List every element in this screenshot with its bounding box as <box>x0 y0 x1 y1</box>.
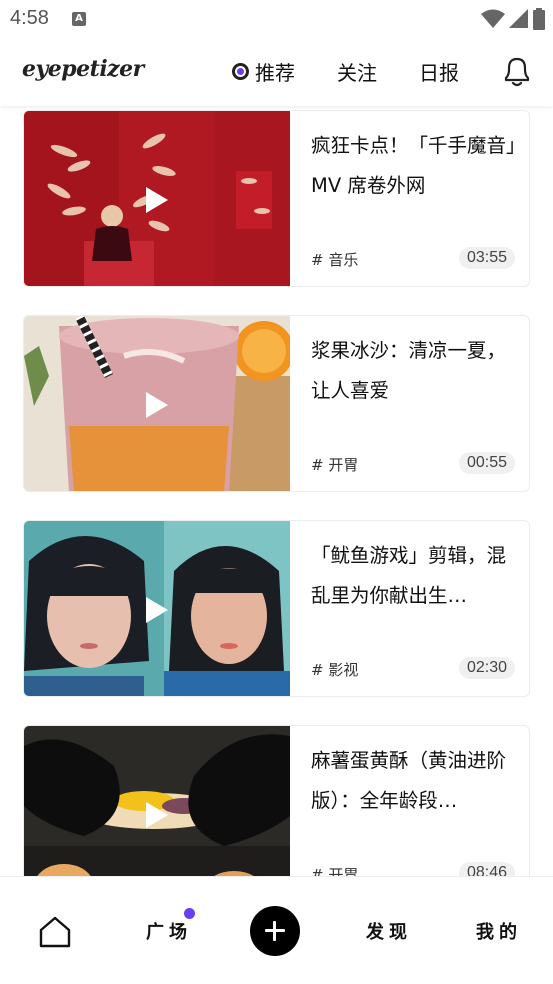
status-time: 4:58 <box>10 7 49 29</box>
nav-discover[interactable]: 发现 <box>366 918 412 944</box>
video-duration: 03:55 <box>458 247 515 269</box>
video-thumbnail[interactable] <box>24 726 290 876</box>
video-duration: 00:55 <box>458 452 515 474</box>
video-thumbnail[interactable] <box>24 111 290 286</box>
play-icon[interactable] <box>146 597 168 623</box>
play-icon[interactable] <box>146 187 168 213</box>
tab-recommend-label: 推荐 <box>255 61 295 85</box>
video-title[interactable]: 麻薯蛋黄酥（黄油进阶版）：全年龄段… <box>311 741 516 821</box>
home-icon[interactable] <box>38 915 72 949</box>
add-button[interactable] <box>250 906 300 956</box>
status-icons <box>481 8 545 30</box>
tab-recommend[interactable]: 推荐 <box>232 57 295 86</box>
video-title[interactable]: 浆果冰沙：清凉一夏，让人喜爱 <box>311 331 516 411</box>
video-duration: 02:30 <box>458 657 515 679</box>
video-tag[interactable]: # 开胃 <box>311 864 358 876</box>
play-icon[interactable] <box>146 802 168 828</box>
video-title[interactable]: 「鱿鱼游戏」剪辑，混乱里为你献出生… <box>311 536 516 616</box>
video-duration: 08:46 <box>458 862 515 876</box>
bell-icon[interactable] <box>500 54 534 88</box>
status-bar: 4:58 A <box>0 0 553 38</box>
battery-icon <box>533 8 545 30</box>
video-title[interactable]: 疯狂卡点！「千手魔音」MV 席卷外网 <box>311 126 516 206</box>
video-tag[interactable]: # 开胃 <box>311 454 358 475</box>
bottom-nav: 广场 发现 我的 <box>0 876 553 984</box>
video-card[interactable]: 麻薯蛋黄酥（黄油进阶版）：全年龄段… # 开胃 08:46 <box>23 725 530 876</box>
status-notification-icon: A <box>72 12 86 26</box>
video-tag[interactable]: # 影视 <box>311 659 358 680</box>
thumbnail-image <box>24 726 290 876</box>
wifi-icon <box>481 9 505 28</box>
video-card[interactable]: 疯狂卡点！「千手魔音」MV 席卷外网 # 音乐 03:55 <box>23 110 530 287</box>
app-logo: eyepetizer <box>22 56 144 82</box>
tab-daily[interactable]: 日报 <box>419 57 459 86</box>
recommend-dot-icon <box>232 63 249 80</box>
signal-icon <box>509 9 528 28</box>
nav-square[interactable]: 广场 <box>146 918 192 944</box>
app-header: eyepetizer 推荐 关注 日报 <box>0 38 553 106</box>
video-tag[interactable]: # 音乐 <box>311 249 358 270</box>
tab-follow[interactable]: 关注 <box>337 57 377 86</box>
video-card[interactable]: 「鱿鱼游戏」剪辑，混乱里为你献出生… # 影视 02:30 <box>23 520 530 697</box>
notification-dot <box>184 908 195 919</box>
video-thumbnail[interactable] <box>24 316 290 491</box>
play-icon[interactable] <box>146 392 168 418</box>
video-card[interactable]: 浆果冰沙：清凉一夏，让人喜爱 # 开胃 00:55 <box>23 315 530 492</box>
video-thumbnail[interactable] <box>24 521 290 696</box>
nav-me[interactable]: 我的 <box>476 918 522 944</box>
video-feed[interactable]: 疯狂卡点！「千手魔音」MV 席卷外网 # 音乐 03:55 浆果冰沙：清凉一夏，… <box>0 106 553 876</box>
